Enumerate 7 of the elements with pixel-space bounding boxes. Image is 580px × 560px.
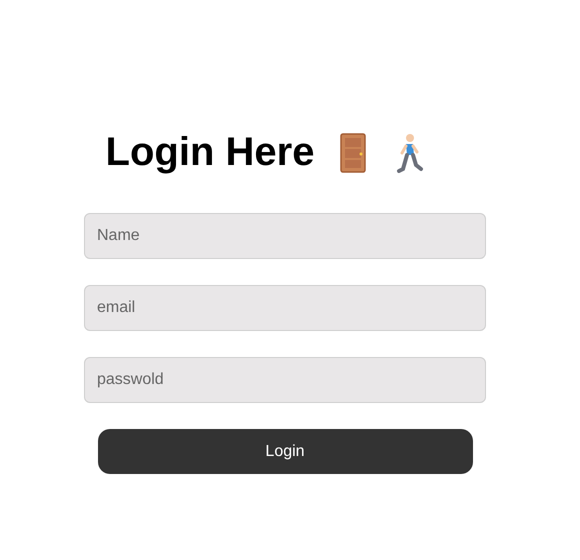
input-field[interactable]: Name bbox=[84, 213, 486, 259]
login-button[interactable]: Login bbox=[98, 429, 472, 474]
input-field[interactable]: email bbox=[84, 285, 486, 331]
input-field[interactable]: passwold bbox=[84, 357, 486, 403]
walking-person-icon bbox=[394, 132, 424, 172]
door-icon bbox=[340, 132, 366, 172]
page-title: Login Here bbox=[106, 130, 314, 175]
